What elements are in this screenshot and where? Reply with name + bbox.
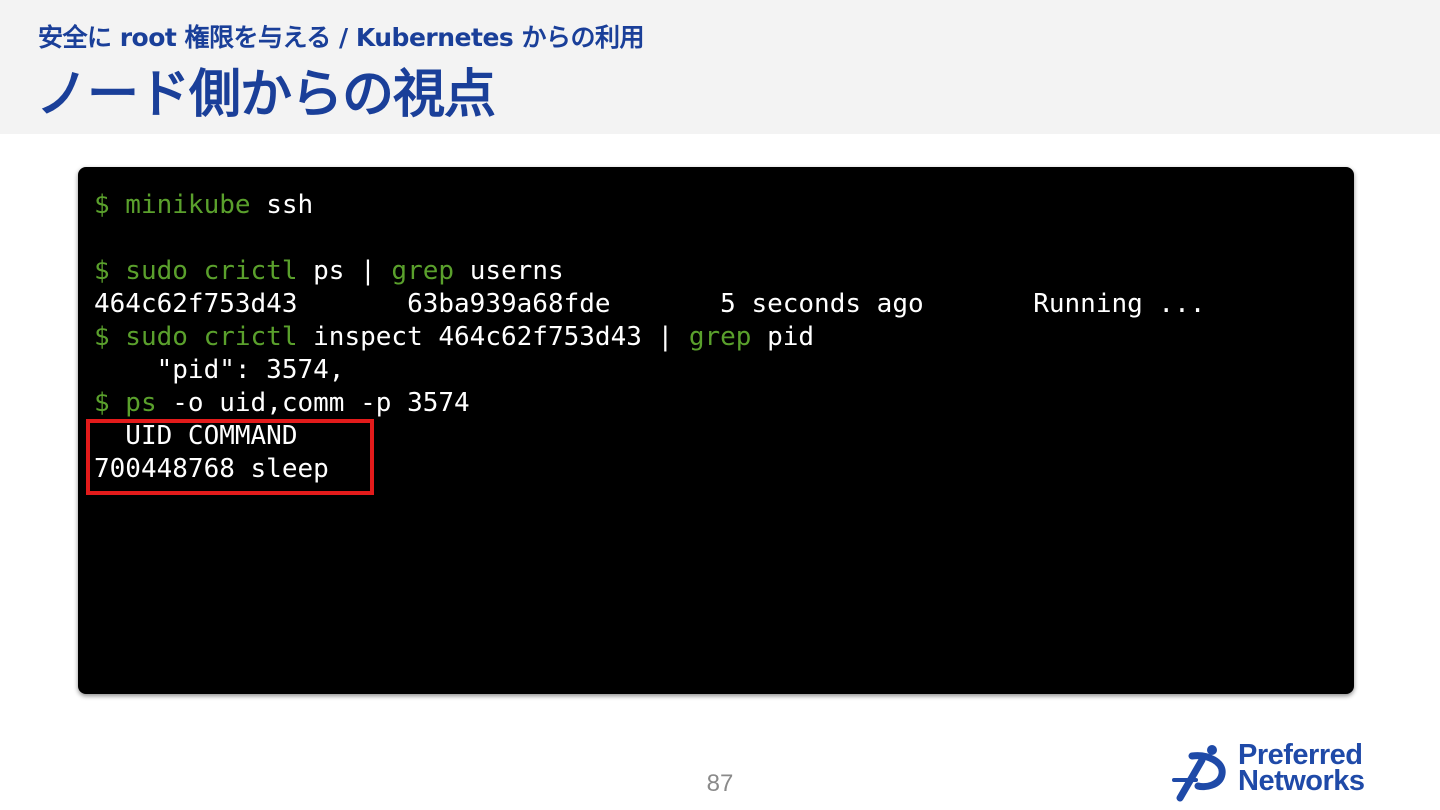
highlight-box xyxy=(86,419,374,495)
command-args: pid xyxy=(751,322,815,352)
command-args: userns xyxy=(454,256,564,286)
logo-line-2: Networks xyxy=(1238,765,1365,797)
command-prompt: $ ps xyxy=(94,388,157,418)
terminal-window: $ minikube ssh $ sudo crictl ps | grep u… xyxy=(78,167,1354,694)
slide-subtitle: 安全に root 権限を与える / Kubernetes からの利用 xyxy=(38,23,644,52)
terminal-line-ps: $ ps -o uid,comm -p 3574 xyxy=(94,387,470,420)
slide-header: 安全に root 権限を与える / Kubernetes からの利用 ノード側か… xyxy=(0,0,1440,134)
page-number: 87 xyxy=(706,770,734,797)
command-prompt: $ minikube xyxy=(94,190,251,220)
command-args: ps | xyxy=(297,256,392,286)
command-args: ssh xyxy=(250,190,314,220)
grep-command: grep xyxy=(391,256,455,286)
preferred-networks-logo: Preferred Networks xyxy=(1172,741,1422,804)
terminal-line-crictl-inspect: $ sudo crictl inspect 464c62f753d43 | gr… xyxy=(94,321,814,354)
command-args: inspect 464c62f753d43 | xyxy=(297,322,689,352)
grep-command: grep xyxy=(688,322,752,352)
pfn-logo-icon xyxy=(1172,745,1226,802)
terminal-line-crictl-ps: $ sudo crictl ps | grep userns xyxy=(94,255,564,288)
command-prompt: $ sudo crictl xyxy=(94,322,298,352)
terminal-output-container-row: 464c62f753d43 63ba939a68fde 5 seconds ag… xyxy=(94,289,1206,319)
terminal-line-minikube-ssh: $ minikube ssh xyxy=(94,189,313,222)
logo-wordmark: Preferred Networks xyxy=(1238,741,1365,797)
command-args: -o uid,comm -p 3574 xyxy=(156,388,470,418)
command-prompt: $ sudo crictl xyxy=(94,256,298,286)
slide-title: ノード側からの視点 xyxy=(36,65,496,125)
terminal-output-pid: "pid": 3574, xyxy=(94,355,345,385)
